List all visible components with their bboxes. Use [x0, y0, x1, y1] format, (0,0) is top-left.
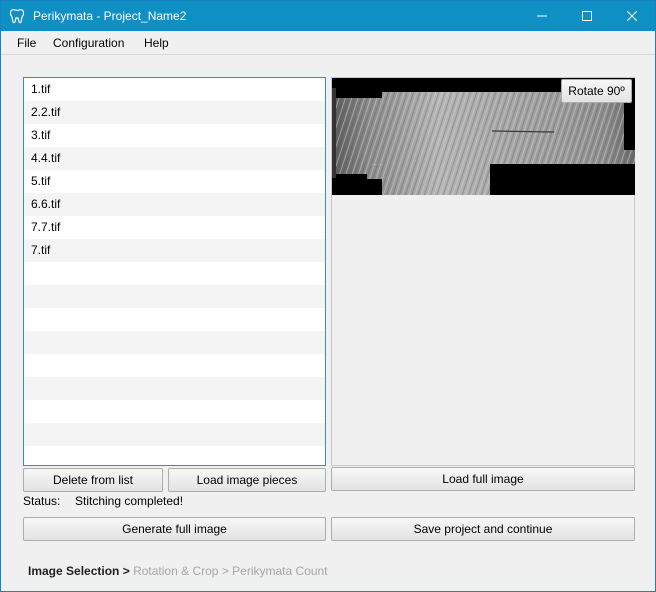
menu-help[interactable]: Help — [144, 36, 169, 50]
minimize-icon — [537, 15, 547, 17]
empty-row — [24, 331, 325, 354]
list-item[interactable]: 5.tif — [24, 170, 325, 193]
delete-from-list-button[interactable]: Delete from list — [23, 468, 163, 492]
empty-row — [24, 262, 325, 285]
breadcrumb-rotation-crop: Rotation & Crop — [133, 564, 219, 578]
rotate-button[interactable]: Rotate 90º — [561, 79, 632, 103]
load-full-image-button[interactable]: Load full image — [331, 467, 635, 491]
empty-row — [24, 285, 325, 308]
tooth-icon — [9, 9, 25, 24]
breadcrumb: Image Selection > Rotation & Crop > Peri… — [28, 564, 328, 578]
window-title: Perikymata - Project_Name2 — [33, 9, 187, 23]
list-item[interactable]: 4.4.tif — [24, 147, 325, 170]
image-panel: · · · · Rotate 90º — [331, 77, 635, 466]
maximize-icon — [582, 11, 592, 21]
status-label: Status: — [23, 494, 61, 508]
menu-bar: File Configuration Help — [1, 31, 655, 55]
list-item[interactable]: 2.2.tif — [24, 101, 325, 124]
close-button[interactable] — [609, 1, 655, 31]
empty-row — [24, 354, 325, 377]
breadcrumb-separator: > — [122, 564, 130, 578]
save-project-continue-button[interactable]: Save project and continue — [331, 517, 635, 541]
breadcrumb-separator: > — [221, 564, 229, 578]
empty-row — [24, 308, 325, 331]
menu-file[interactable]: File — [17, 36, 36, 50]
breadcrumb-image-selection: Image Selection — [28, 564, 120, 578]
title-bar[interactable]: Perikymata - Project_Name2 — [1, 1, 655, 31]
load-image-pieces-button[interactable]: Load image pieces — [168, 468, 326, 492]
empty-row — [24, 400, 325, 423]
scale-marker: · · · · — [372, 162, 383, 168]
empty-row — [24, 423, 325, 446]
list-item[interactable]: 6.6.tif — [24, 193, 325, 216]
empty-row — [24, 377, 325, 400]
list-item[interactable]: 1.tif — [24, 78, 325, 101]
image-pieces-list[interactable]: 1.tif 2.2.tif 3.tif 4.4.tif 5.tif 6.6.ti… — [23, 77, 326, 466]
status-text: Stitching completed! — [75, 494, 184, 508]
list-item[interactable]: 7.7.tif — [24, 216, 325, 239]
maximize-button[interactable] — [564, 1, 610, 31]
list-item[interactable]: 7.tif — [24, 239, 325, 262]
empty-row — [24, 446, 325, 465]
breadcrumb-perikymata-count: Perikymata Count — [232, 564, 328, 578]
generate-full-image-button[interactable]: Generate full image — [23, 517, 326, 541]
list-item[interactable]: 3.tif — [24, 124, 325, 147]
close-icon — [627, 11, 637, 21]
minimize-button[interactable] — [519, 1, 565, 31]
app-window: Perikymata - Project_Name2 File Configur… — [0, 0, 656, 592]
menu-configuration[interactable]: Configuration — [53, 36, 124, 50]
